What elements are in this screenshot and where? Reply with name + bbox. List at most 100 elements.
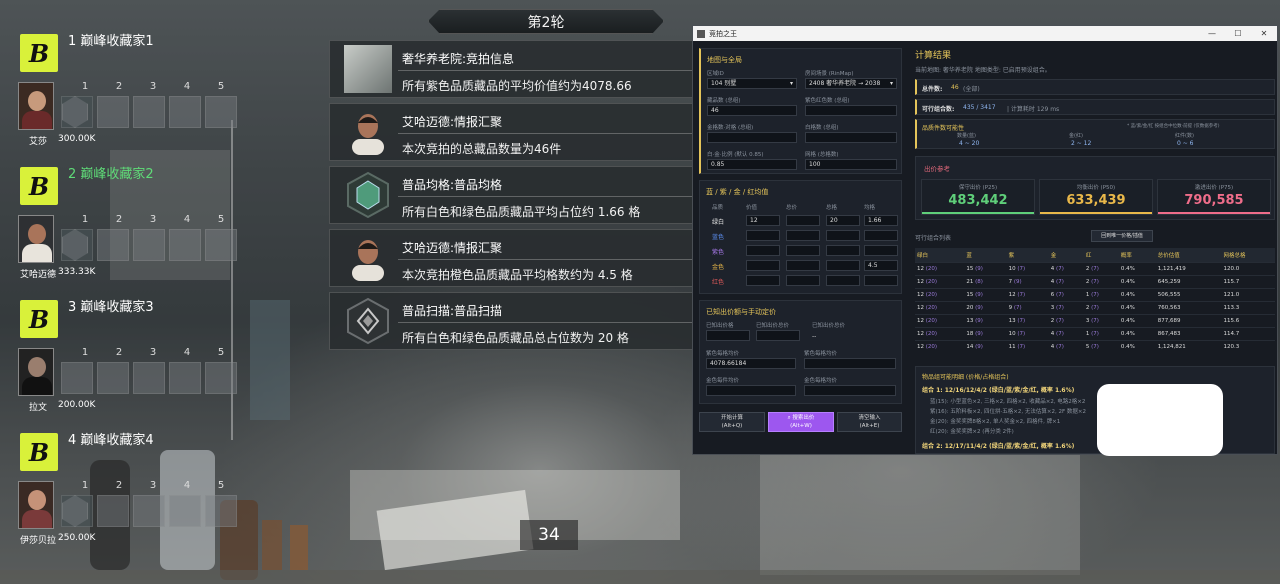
event-item: 普品扫描:普品扫描 所有白色和绿色品质藏品总占位数为 20 格 xyxy=(329,292,694,350)
grid-cell-input[interactable]: 20 xyxy=(826,215,860,226)
grid-cell-input[interactable] xyxy=(746,260,780,271)
bid-card: 均衡出价 (P50) 633,439 xyxy=(1039,179,1153,215)
grid-cell-input[interactable] xyxy=(786,245,820,256)
event-title: 艾哈迈德:情报汇聚 xyxy=(402,241,503,255)
table-cell: 18 (9) xyxy=(964,327,1007,341)
gem-slot xyxy=(61,96,93,128)
event-text: 本次竞拍橙色品质藏品平均格数约为 4.5 格 xyxy=(402,268,633,282)
field-label: 网格 (总格数) xyxy=(805,152,839,158)
player-card[interactable]: B 2 巅峰收藏家2 12345 艾哈迈德 333.33K xyxy=(12,153,250,280)
purple-avg-input[interactable]: 4078.66184 xyxy=(706,358,796,369)
minimize-icon[interactable]: — xyxy=(1199,29,1225,38)
table-cell: 0.4% xyxy=(1118,301,1156,315)
combo-label: 可行组合数: xyxy=(922,106,955,113)
table-cell: 12 (20) xyxy=(915,327,965,341)
purple-cell-input[interactable] xyxy=(804,358,896,369)
field-label: 已知出价总价 xyxy=(756,323,790,329)
grid-row-label: 紫色 xyxy=(712,249,725,256)
table-row[interactable]: 12 (20) 18 (9) 10 (7) 4 (7) 1 (7) 0.4% 867,483… xyxy=(915,327,1275,341)
grid-column-header: 总价 xyxy=(786,205,798,211)
table-row[interactable]: 12 (20) 20 (9) 9 (7) 3 (7) 2 (7) 0.4% 760,563 1… xyxy=(915,301,1275,315)
field-label: 藏品数 (总组) xyxy=(707,98,741,104)
table-cell: 6 (7) xyxy=(1048,288,1084,302)
table-cell: 4 (7) xyxy=(1048,275,1084,289)
close-icon[interactable]: ✕ xyxy=(1251,29,1277,38)
grid-cell-input[interactable] xyxy=(746,245,780,256)
start-calc-button[interactable]: 开始计算 (Alt+Q) xyxy=(699,412,765,432)
player-card[interactable]: B 1 巅峰收藏家1 12345 艾莎 300.00K xyxy=(12,20,250,147)
section-title: 蓝 / 紫 / 金 / 红均值 xyxy=(706,188,769,196)
table-cell: 0.4% xyxy=(1118,262,1156,276)
table-row[interactable]: 12 (20) 15 (9) 10 (7) 4 (7) 2 (7) 0.4% 1,121,4… xyxy=(915,262,1275,276)
grid-cell-input[interactable] xyxy=(786,215,820,226)
white-count-input[interactable] xyxy=(805,132,897,143)
table-row[interactable]: 12 (20) 21 (8) 7 (9) 4 (7) 2 (7) 0.4% 645,259 1… xyxy=(915,275,1275,289)
grid-cell-input[interactable] xyxy=(864,275,898,286)
section-title: 地图与全局 xyxy=(707,56,742,64)
grid-cell-input[interactable] xyxy=(786,260,820,271)
bid-card-value: 633,439 xyxy=(1066,193,1126,208)
player-value: 200.00K xyxy=(58,400,96,410)
avatar xyxy=(18,348,54,396)
grid-cell-input[interactable] xyxy=(746,230,780,241)
reset-button[interactable]: 清空输入 (Alt+E) xyxy=(837,412,902,432)
grid-cell-input[interactable] xyxy=(826,245,860,256)
range-label: 红件(数) xyxy=(1175,133,1194,139)
table-cell: 20 (9) xyxy=(964,301,1007,315)
player-logo-icon: B xyxy=(20,433,58,471)
total-items-input[interactable]: 46 xyxy=(707,105,797,116)
table-row[interactable]: 12 (20) 13 (9) 13 (7) 2 (7) 3 (7) 0.4% 877,689… xyxy=(915,314,1275,328)
player-card[interactable]: B 3 巅峰收藏家3 12345 拉文 200.00K xyxy=(12,286,250,413)
grid-cell-input[interactable] xyxy=(826,260,860,271)
gold-count-input[interactable] xyxy=(707,132,797,143)
combo-value: 435 / 3417 xyxy=(963,104,996,111)
ratio-input[interactable]: 0.85 xyxy=(707,159,797,170)
total-value: 46 xyxy=(951,84,959,91)
overlay-blank xyxy=(1097,384,1223,456)
player-name: 3 巅峰收藏家3 xyxy=(68,300,154,315)
bid-a-input[interactable] xyxy=(706,330,750,341)
purple-count-input[interactable] xyxy=(805,105,897,116)
table-row[interactable]: 12 (20) 14 (9) 11 (7) 4 (7) 5 (7) 0.4% 1,124,8… xyxy=(915,340,1275,353)
table-cell: 115.7 xyxy=(1221,275,1275,289)
gold-cell-input[interactable] xyxy=(804,385,896,396)
window-titlebar[interactable]: 竞拍之王 — ☐ ✕ xyxy=(693,26,1277,41)
map-select[interactable]: 104 别墅 ▾ xyxy=(707,78,797,89)
event-text: 所有白色和绿色品质藏品总占位数为 20 格 xyxy=(402,331,629,345)
player-card[interactable]: B 4 巅峰收藏家4 12345 伊莎贝拉 250.00K xyxy=(12,419,250,546)
table-cell: 12 (7) xyxy=(1006,288,1049,302)
maximize-icon[interactable]: ☐ xyxy=(1225,29,1251,38)
table-cell: 120.0 xyxy=(1221,262,1275,276)
table-cell: 10 (7) xyxy=(1006,327,1049,341)
range-value: 0 ~ 6 xyxy=(1177,140,1194,147)
table-cell: 12 (20) xyxy=(915,314,965,328)
bid-b-input[interactable] xyxy=(756,330,800,341)
window-title: 竞拍之王 xyxy=(709,29,737,38)
grid-cell-input[interactable] xyxy=(786,230,820,241)
back-unique-button[interactable]: 回到唯一价格/插值 xyxy=(1091,230,1153,242)
table-cell: 2 (7) xyxy=(1083,301,1119,315)
table-cell: 11 (7) xyxy=(1006,340,1049,353)
preset-select[interactable]: 2408 奢华养老院 → 2038 ▾ xyxy=(805,78,897,89)
grid-cell-input[interactable] xyxy=(826,275,860,286)
grid-cell-input[interactable] xyxy=(864,230,898,241)
grid-cell-input[interactable]: 4.5 xyxy=(864,260,898,271)
grid-cell-input[interactable]: 12 xyxy=(746,215,780,226)
field-label: 金色每格均价 xyxy=(804,378,838,384)
cells-input[interactable]: 100 xyxy=(805,159,897,170)
table-cell: 0.4% xyxy=(1118,314,1156,328)
search-bid-button[interactable]: ⌕ 搜索出价 (Alt+W) xyxy=(768,412,834,432)
grid-cell-input[interactable]: 1.66 xyxy=(864,215,898,226)
grid-cell-input[interactable] xyxy=(864,245,898,256)
grid-cell-input[interactable] xyxy=(746,275,780,286)
table-row[interactable]: 12 (20) 15 (9) 12 (7) 6 (7) 1 (7) 0.4% 506,555… xyxy=(915,288,1275,302)
total-row: 总件数: 46 (全部) xyxy=(915,79,1275,95)
table-cell: 760,563 xyxy=(1155,301,1222,315)
combo-row: 可行组合数: 435 / 3417 | 计算耗时 129 ms xyxy=(915,99,1275,115)
combo-1-heading: 组合 1: 12/16/12/4/2 (绿白/蓝/紫/金/红, 概率 1.6%) xyxy=(922,387,1075,394)
grid-cell-input[interactable] xyxy=(786,275,820,286)
table-column-header: 红 xyxy=(1083,248,1119,263)
grid-cell-input[interactable] xyxy=(826,230,860,241)
player-value: 300.00K xyxy=(58,134,96,144)
gold-avg-input[interactable] xyxy=(706,385,796,396)
